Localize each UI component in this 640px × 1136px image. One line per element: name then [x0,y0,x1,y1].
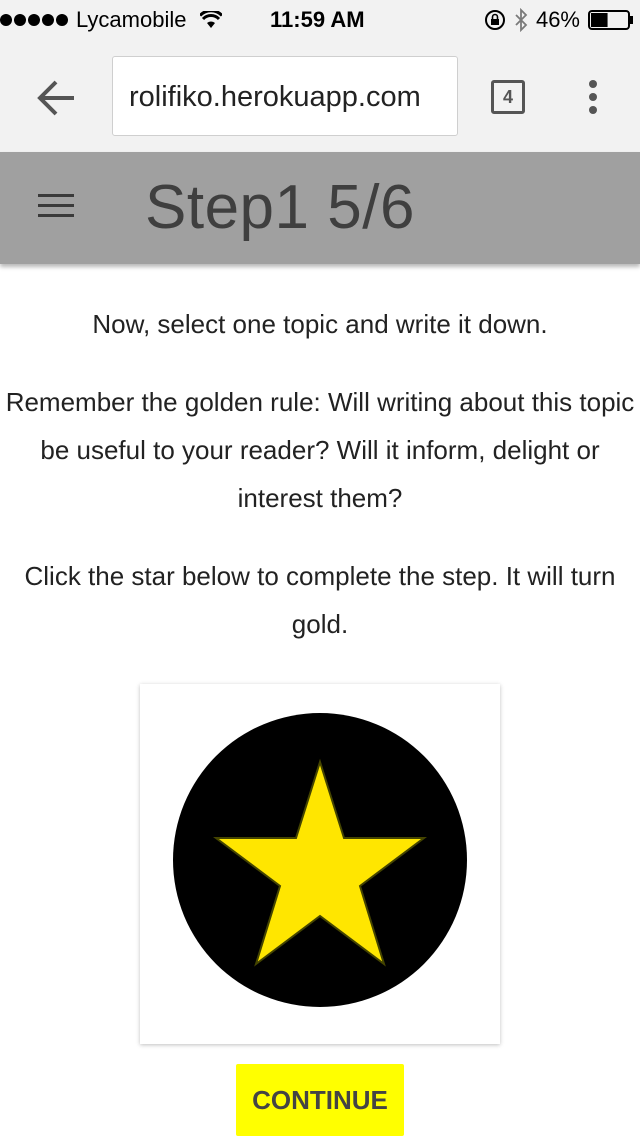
status-right: 46% [484,7,634,33]
address-bar[interactable]: rolifiko.herokuapp.com [112,56,458,136]
back-arrow-icon[interactable] [34,76,78,120]
bluetooth-icon [515,8,528,32]
continue-button[interactable]: CONTINUE [236,1064,404,1136]
instructions: Now, select one topic and write it down.… [0,300,640,678]
signal-strength-icon [0,14,68,26]
page-title: Step1 5/6 [145,173,415,242]
overflow-menu-icon[interactable] [584,76,602,120]
carrier-name: Lycamobile [76,7,187,32]
instruction-golden-rule: Remember the golden rule: Will writing a… [5,387,635,513]
star-card[interactable] [140,684,500,1044]
status-bar: Lycamobile 11:59 AM 46% [0,0,640,40]
browser-toolbar: rolifiko.herokuapp.com 4 [0,40,640,152]
instruction-click-star: Click the star below to complete the ste… [24,561,616,639]
wifi-icon [200,11,223,28]
status-time: 11:59 AM [270,7,365,32]
battery-percent: 46% [535,7,580,32]
status-left: Lycamobile [0,7,223,33]
star-icon[interactable] [170,710,470,1010]
rotation-lock-icon [484,10,505,30]
url-text: rolifiko.herokuapp.com [129,81,421,113]
tab-count: 4 [502,87,513,107]
app-header: Step1 5/6 [0,152,640,264]
battery-icon [588,10,633,30]
hamburger-icon[interactable] [38,194,74,222]
tabs-button[interactable]: 4 [491,80,525,114]
instruction-select-topic: Now, select one topic and write it down. [92,309,548,339]
